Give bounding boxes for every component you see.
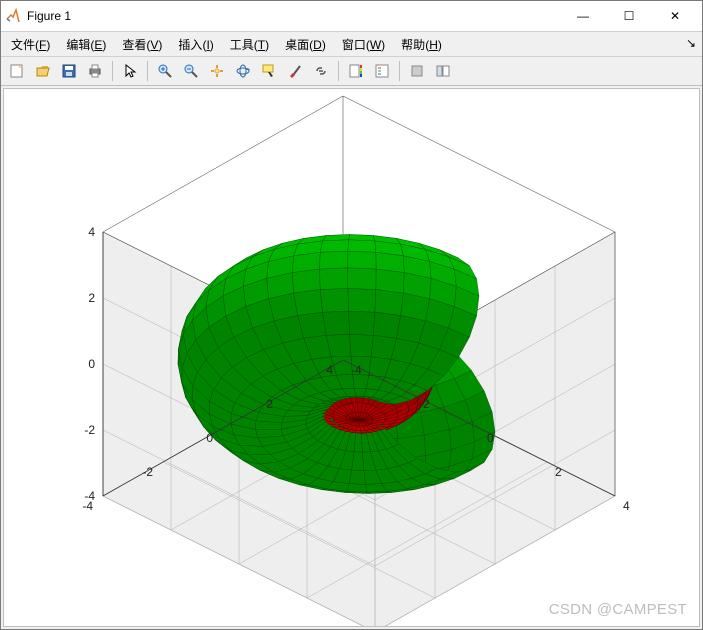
pointer-button[interactable] bbox=[118, 59, 142, 83]
open-button[interactable] bbox=[31, 59, 55, 83]
menu-tools[interactable]: 工具(T) bbox=[226, 34, 273, 55]
menu-view[interactable]: 查看(V) bbox=[118, 34, 166, 55]
colorbar-icon bbox=[348, 63, 364, 79]
svg-text:0: 0 bbox=[206, 431, 213, 445]
window-controls: — ☐ ✕ bbox=[560, 2, 698, 30]
zoom-out-button[interactable] bbox=[179, 59, 203, 83]
print-button[interactable] bbox=[83, 59, 107, 83]
svg-text:4: 4 bbox=[88, 225, 95, 239]
save-button[interactable] bbox=[57, 59, 81, 83]
svg-text:2: 2 bbox=[266, 397, 273, 411]
menu-file[interactable]: 文件(F) bbox=[7, 34, 54, 55]
pan-button[interactable] bbox=[205, 59, 229, 83]
data-cursor-button[interactable] bbox=[257, 59, 281, 83]
save-icon bbox=[61, 63, 77, 79]
svg-text:0: 0 bbox=[88, 357, 95, 371]
svg-text:4: 4 bbox=[326, 363, 333, 377]
toolbar bbox=[1, 57, 702, 86]
menubar: 文件(F) 编辑(E) 查看(V) 插入(I) 工具(T) 桌面(D) 窗口(W… bbox=[1, 32, 702, 57]
matlab-icon bbox=[5, 8, 21, 24]
zoom-in-icon bbox=[157, 63, 173, 79]
svg-text:4: 4 bbox=[623, 499, 630, 513]
zoom-out-icon bbox=[183, 63, 199, 79]
svg-text:-2: -2 bbox=[84, 423, 95, 437]
svg-text:-2: -2 bbox=[142, 465, 153, 479]
new-figure-icon bbox=[9, 63, 25, 79]
rotate3d-button[interactable] bbox=[231, 59, 255, 83]
open-icon bbox=[35, 63, 51, 79]
titlebar: Figure 1 — ☐ ✕ bbox=[1, 1, 702, 32]
link-icon bbox=[313, 63, 329, 79]
dock-icon[interactable]: ↘ bbox=[686, 36, 696, 50]
menu-insert[interactable]: 插入(I) bbox=[174, 34, 217, 55]
menu-desktop[interactable]: 桌面(D) bbox=[281, 34, 330, 55]
rotate-3d-icon bbox=[235, 63, 251, 79]
svg-text:-2: -2 bbox=[419, 397, 430, 411]
close-icon: ✕ bbox=[670, 9, 680, 23]
print-icon bbox=[87, 63, 103, 79]
axes-area[interactable]: -4-2024-4-2024-4-2024 CSDN @CAMPEST bbox=[3, 88, 700, 627]
insert-legend-button[interactable] bbox=[370, 59, 394, 83]
show-plot-tools-button[interactable] bbox=[431, 59, 455, 83]
pan-icon bbox=[209, 63, 225, 79]
toolbar-separator bbox=[338, 61, 339, 81]
pointer-icon bbox=[122, 63, 138, 79]
toolbar-separator bbox=[399, 61, 400, 81]
show-tools-icon bbox=[435, 63, 451, 79]
svg-text:-4: -4 bbox=[82, 499, 93, 513]
figure-window: Figure 1 — ☐ ✕ 文件(F) 编辑(E) 查看(V) 插入(I) 工… bbox=[0, 0, 703, 630]
maximize-icon: ☐ bbox=[624, 9, 635, 23]
svg-text:2: 2 bbox=[88, 291, 95, 305]
menu-edit[interactable]: 编辑(E) bbox=[62, 34, 110, 55]
axes3d[interactable]: -4-2024-4-2024-4-2024 bbox=[4, 89, 699, 627]
svg-text:2: 2 bbox=[555, 465, 562, 479]
data-cursor-icon bbox=[261, 63, 277, 79]
menu-window[interactable]: 窗口(W) bbox=[338, 34, 389, 55]
brush-button[interactable] bbox=[283, 59, 307, 83]
minimize-icon: — bbox=[577, 9, 589, 23]
hide-plot-tools-button[interactable] bbox=[405, 59, 429, 83]
zoom-in-button[interactable] bbox=[153, 59, 177, 83]
menu-help[interactable]: 帮助(H) bbox=[397, 34, 446, 55]
close-button[interactable]: ✕ bbox=[652, 2, 698, 30]
link-button[interactable] bbox=[309, 59, 333, 83]
svg-text:-4: -4 bbox=[351, 363, 362, 377]
maximize-button[interactable]: ☐ bbox=[606, 2, 652, 30]
new-figure-button[interactable] bbox=[5, 59, 29, 83]
minimize-button[interactable]: — bbox=[560, 2, 606, 30]
brush-icon bbox=[287, 63, 303, 79]
insert-colorbar-button[interactable] bbox=[344, 59, 368, 83]
toolbar-separator bbox=[147, 61, 148, 81]
hide-tools-icon bbox=[409, 63, 425, 79]
window-title: Figure 1 bbox=[27, 9, 560, 23]
toolbar-separator bbox=[112, 61, 113, 81]
svg-text:0: 0 bbox=[487, 431, 494, 445]
legend-icon bbox=[374, 63, 390, 79]
